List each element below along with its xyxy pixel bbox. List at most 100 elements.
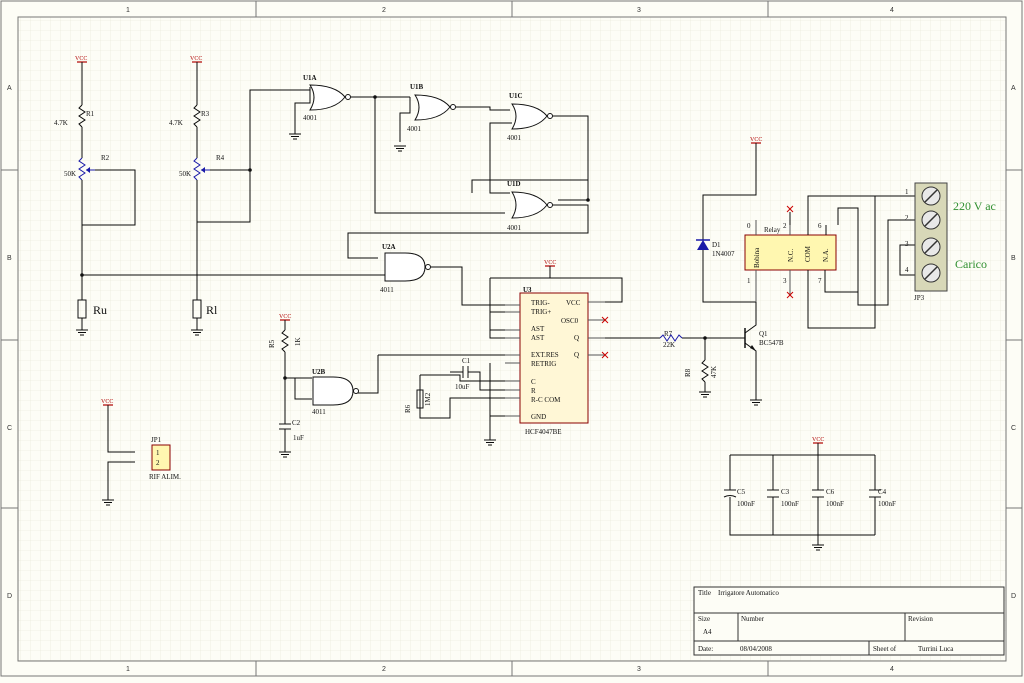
r5-ref: R5: [268, 339, 276, 348]
svg-text:2: 2: [783, 222, 787, 230]
author-value: Turrini Luca: [918, 645, 954, 653]
load-label: Carico: [955, 257, 987, 271]
c6-ref: C6: [826, 488, 835, 496]
svg-text:2: 2: [905, 214, 909, 222]
date-label: Date:: [698, 645, 713, 653]
u2b-ref: U2B: [312, 368, 326, 376]
c3-value: 100nF: [781, 500, 799, 508]
r2-value: 50K: [64, 170, 76, 178]
c3-ref: C3: [781, 488, 790, 496]
u2a-part: 4011: [380, 286, 394, 294]
vcc-label: VCC: [750, 137, 762, 143]
number-label: Number: [741, 615, 765, 623]
u3-pin-retrig: RETRIG: [531, 360, 556, 368]
u3-pin-vcc: VCC: [566, 299, 581, 307]
vcc-label: VCC: [75, 56, 87, 62]
c2-ref: C2: [292, 419, 301, 427]
u3-ref: U3: [523, 286, 532, 294]
u1d-ref: U1D: [507, 180, 521, 188]
r7-value: 22K: [663, 341, 675, 349]
c4-ref: C4: [878, 488, 887, 496]
u1d-part: 4001: [507, 224, 522, 232]
relay-nc-label: N.C.: [787, 249, 795, 262]
svg-text:1: 1: [905, 188, 909, 196]
r3-value: 4.7K: [169, 119, 183, 127]
sensor-ru-label: Ru: [93, 303, 107, 317]
row-label-c: C: [7, 425, 12, 432]
vcc-label: VCC: [812, 437, 824, 443]
row-label-d: D: [7, 593, 12, 600]
relay-ref: Relay: [764, 226, 781, 234]
ic-u3: U3 TRIG- TRIG+ AST AST EXT.RES RETRIG C …: [519, 286, 589, 436]
u1c-part: 4001: [507, 134, 522, 142]
r1-ref: R1: [86, 110, 95, 118]
title-label: Title: [698, 589, 711, 597]
vcc-label: VCC: [101, 399, 113, 405]
svg-text:1: 1: [747, 277, 751, 285]
r7-ref: R7: [664, 330, 673, 338]
sensor-rl-label: Rl: [206, 303, 218, 317]
r6-ref: R6: [404, 404, 412, 413]
svg-text:4: 4: [905, 266, 909, 274]
row-label-c-right: C: [1011, 425, 1016, 432]
row-label-d-right: D: [1011, 593, 1016, 600]
u2a-ref: U2A: [382, 243, 396, 251]
svg-text:0: 0: [747, 222, 751, 230]
u3-pin-osc0: OSC0: [561, 317, 579, 325]
svg-text:6: 6: [818, 222, 822, 230]
u3-pin-ast: AST: [531, 334, 545, 342]
schematic-sheet: 1 2 3 4 1 2 3 4 A B C D A B C D VCC R1 4…: [0, 0, 1024, 678]
u3-pin-q: Q: [574, 334, 579, 342]
u3-pin-trig-plus: TRIG+: [531, 308, 551, 316]
r6-value: 1M2: [424, 392, 432, 406]
relay-coil-label: Bobina: [753, 247, 761, 268]
u3-pin-qbar: Q: [574, 351, 579, 359]
svg-text:7: 7: [818, 277, 822, 285]
col-label-3-bottom: 3: [637, 666, 641, 673]
row-label-a-right: A: [1011, 85, 1016, 92]
c6-value: 100nF: [826, 500, 844, 508]
col-label-1-bottom: 1: [126, 666, 130, 673]
r4-value: 50K: [179, 170, 191, 178]
svg-text:3: 3: [905, 240, 909, 248]
r5-value: 1K: [294, 337, 302, 346]
r4-ref: R4: [216, 154, 225, 162]
row-label-b: B: [7, 255, 12, 262]
jp1-name: RIF ALIM.: [149, 473, 181, 481]
col-label-4: 4: [890, 7, 894, 14]
date-value: 08/04/2008: [740, 645, 772, 653]
d1-ref: D1: [712, 241, 721, 249]
u3-pin-gnd: GND: [531, 413, 546, 421]
row-label-a: A: [7, 85, 12, 92]
u1b-ref: U1B: [410, 83, 424, 91]
vcc-label: VCC: [544, 260, 556, 266]
u3-part: HCF4047BE: [525, 428, 562, 436]
mains-label: 220 V ac: [953, 199, 996, 213]
u1c-ref: U1C: [509, 92, 523, 100]
schematic-canvas: 1 2 3 4 1 2 3 4 A B C D A B C D VCC R1 4…: [0, 0, 1024, 678]
q1-part: BC547B: [759, 339, 784, 347]
revision-label: Revision: [908, 615, 933, 623]
jp1-ref: JP1: [151, 436, 162, 444]
c1-value: 10uF: [455, 383, 470, 391]
col-label-3: 3: [637, 7, 641, 14]
c5-ref: C5: [737, 488, 746, 496]
c4-value: 100nF: [878, 500, 896, 508]
u3-pin-ast-bar: AST: [531, 325, 545, 333]
sheet-label: Sheet of: [873, 645, 897, 653]
size-label: Size: [698, 615, 710, 623]
col-label-2: 2: [382, 7, 386, 14]
relay-com-label: COM: [804, 245, 812, 262]
jp3-ref: JP3: [914, 294, 925, 302]
u3-pin-c: C: [531, 378, 536, 386]
vcc-label: VCC: [190, 56, 202, 62]
u1a-ref: U1A: [303, 74, 317, 82]
title-block: Title Irrigatore Automatico Size A4 Numb…: [693, 586, 1005, 656]
relay-na-label: N.A.: [822, 248, 830, 262]
svg-text:3: 3: [783, 277, 787, 285]
c1-ref: C1: [462, 357, 471, 365]
u3-pin-ext-res: EXT.RES: [531, 351, 559, 359]
u3-pin-trig-minus: TRIG-: [531, 299, 550, 307]
u1a-part: 4001: [303, 114, 318, 122]
size-value: A4: [703, 628, 712, 636]
